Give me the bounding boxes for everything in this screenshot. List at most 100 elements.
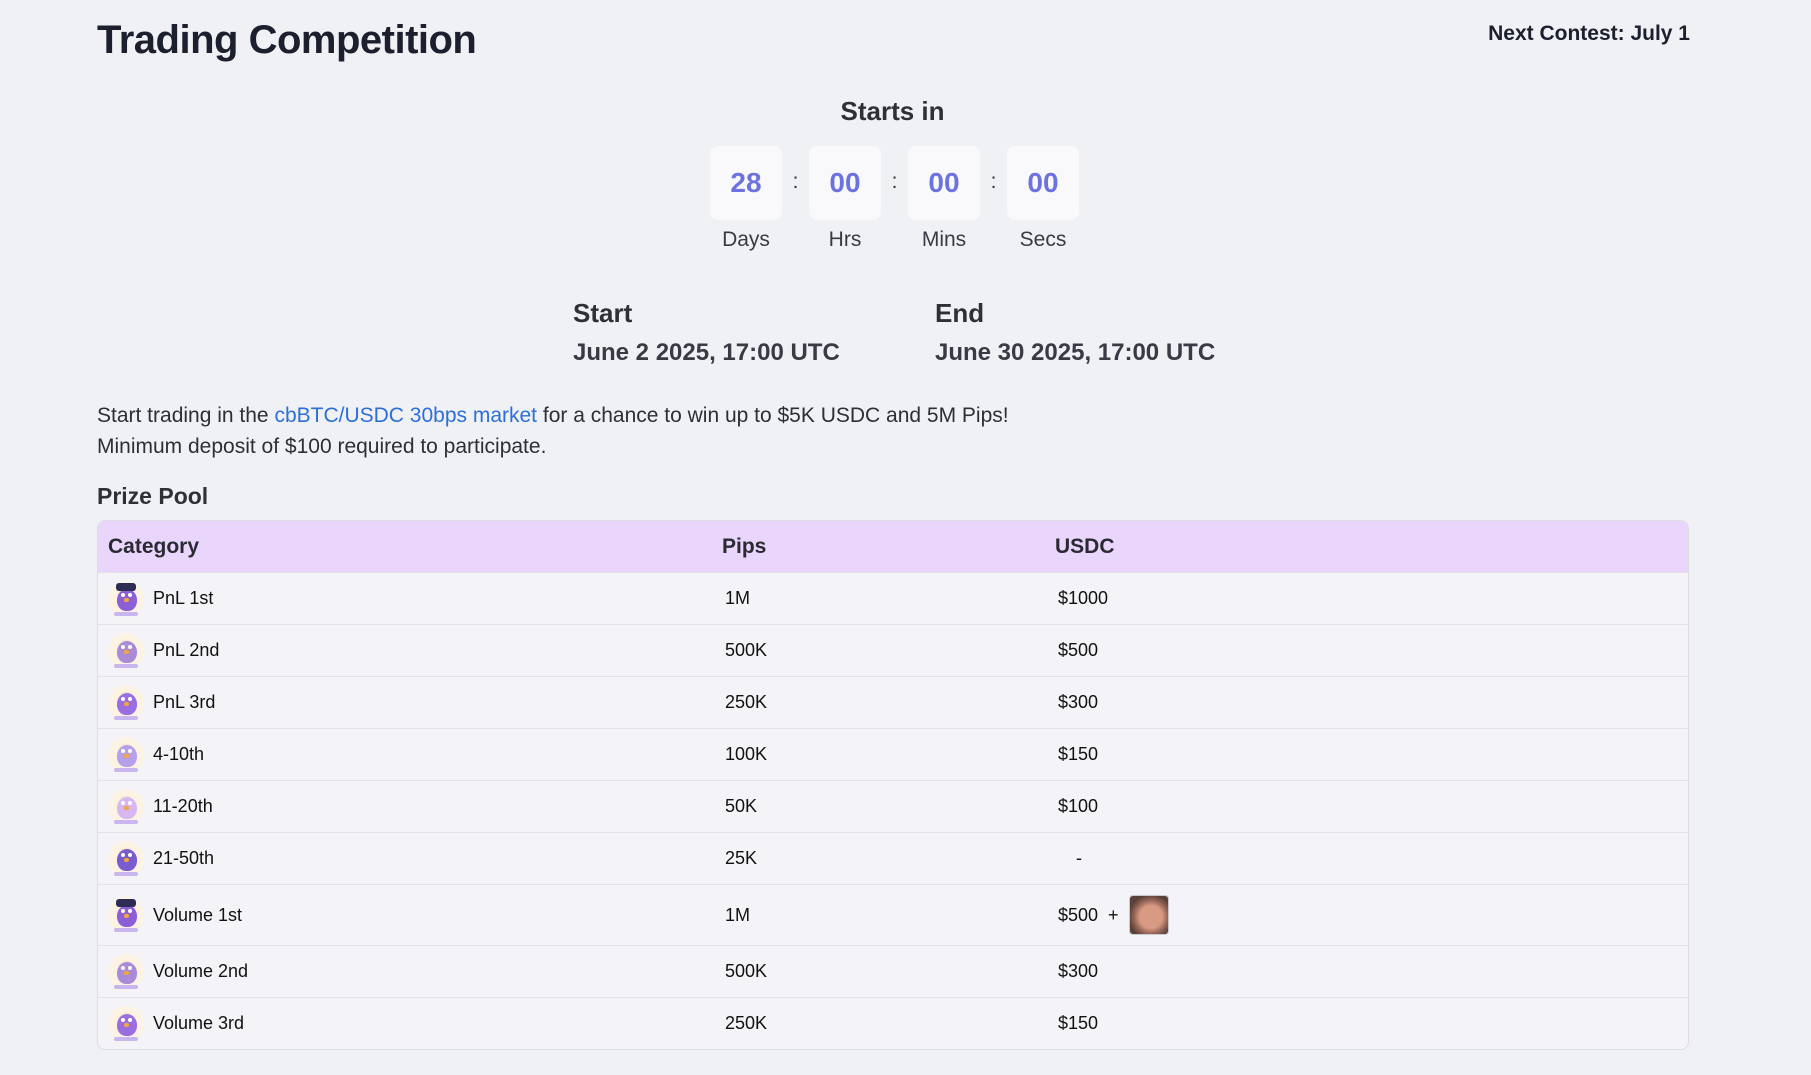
bird-avatar-icon [108, 632, 144, 669]
bird-avatar-icon [108, 684, 144, 721]
category-label: Volume 3rd [153, 1013, 245, 1033]
pips-cell: 1M [725, 904, 751, 925]
pips-cell: 500K [725, 640, 768, 660]
countdown-minutes-value: 00 [908, 146, 980, 220]
countdown-minutes: 00 Mins [908, 146, 980, 252]
countdown-days-label: Days [722, 228, 770, 251]
table-row: PnL 3rd 250K $300 [98, 676, 1688, 728]
category-cell: PnL 2nd [98, 632, 722, 669]
countdown-seconds: 00 Secs [1007, 146, 1079, 252]
category-cell: Volume 2nd [98, 953, 722, 990]
usdc-cell: $1000 [1055, 588, 1688, 609]
category-cell: PnL 1st [98, 580, 722, 617]
bird-avatar-icon [108, 953, 144, 990]
countdown-hours-value: 00 [809, 146, 881, 220]
pips-cell: 500K [725, 961, 768, 981]
pips-cell: 25K [725, 848, 758, 868]
table-row: 11-20th 50K $100 [98, 780, 1688, 832]
column-header-pips: Pips [722, 534, 767, 558]
bird-avatar-icon [108, 736, 144, 773]
usdc-cell: $500 [1055, 640, 1688, 661]
category-label: PnL 3rd [153, 692, 216, 712]
market-link[interactable]: cbBTC/USDC 30bps market [274, 404, 537, 427]
page-title: Trading Competition [97, 18, 477, 62]
category-label: Volume 1st [153, 904, 243, 925]
usdc-value: $300 [1058, 961, 1099, 981]
category-cell: 11-20th [98, 788, 722, 825]
category-label: 4-10th [153, 744, 205, 764]
intro-text: Start trading in the cbBTC/USDC 30bps ma… [97, 400, 1009, 462]
category-label: PnL 2nd [153, 640, 220, 660]
usdc-cell: $150 [1055, 1013, 1688, 1034]
category-cell: 21-50th [98, 840, 722, 877]
pips-cell: 250K [725, 1013, 768, 1033]
bird-avatar-icon [108, 1005, 144, 1042]
table-body: PnL 1st 1M $1000 PnL 2nd 500K $500 PnL 3rd 250K… [98, 572, 1688, 1049]
column-header-category: Category [108, 534, 200, 558]
countdown-days-value: 28 [710, 146, 782, 220]
usdc-value: $300 [1058, 692, 1099, 712]
schedule: Start June 2 2025, 17:00 UTC End June 30… [573, 298, 1297, 367]
countdown-separator: : [792, 170, 799, 193]
end-value: June 30 2025, 17:00 UTC [935, 339, 1216, 366]
usdc-value: $100 [1058, 796, 1099, 816]
usdc-value: $500 [1058, 904, 1099, 925]
category-cell: Volume 3rd [98, 1005, 722, 1042]
pips-cell: 1M [725, 588, 751, 608]
end-label: End [935, 298, 985, 328]
category-label: PnL 1st [153, 588, 214, 608]
schedule-start: Start June 2 2025, 17:00 UTC [573, 298, 935, 367]
table-row: 21-50th 25K - [98, 832, 1688, 884]
countdown-seconds-value: 00 [1007, 146, 1079, 220]
intro-before-link: Start trading in the [97, 404, 275, 427]
table-row: 4-10th 100K $150 [98, 728, 1688, 780]
usdc-cell: $300 [1055, 692, 1688, 713]
table-header: Category Pips USDC [98, 521, 1688, 572]
table-row: Volume 1st 1M $500 + [98, 884, 1688, 945]
pips-cell: 50K [725, 796, 758, 816]
plus-sign: + [1108, 904, 1119, 925]
usdc-value: $150 [1058, 744, 1099, 764]
bird-avatar-icon [108, 897, 144, 933]
bonus-prize-image [1128, 895, 1169, 935]
usdc-value: $150 [1058, 1013, 1099, 1033]
usdc-value: $500 [1058, 640, 1099, 660]
next-contest-label: Next Contest: July 1 [1488, 22, 1690, 45]
usdc-cell: $150 [1055, 744, 1688, 765]
usdc-cell: $300 [1055, 961, 1688, 982]
prize-pool-title: Prize Pool [97, 483, 209, 509]
countdown-seconds-label: Secs [1019, 228, 1067, 251]
bird-avatar-icon [108, 840, 144, 877]
category-cell: 4-10th [98, 736, 722, 773]
bird-avatar-icon [108, 788, 144, 825]
countdown-heading: Starts in [840, 96, 945, 126]
category-label: 21-50th [153, 848, 215, 868]
category-label: 11-20th [153, 796, 213, 816]
intro-after-link: for a chance to win up to $5K USDC and 5… [537, 404, 1009, 427]
usdc-cell: $500 + [1055, 895, 1688, 935]
table-row: Volume 2nd 500K $300 [98, 945, 1688, 997]
usdc-cell: $100 [1055, 796, 1688, 817]
pips-cell: 250K [725, 692, 768, 712]
usdc-value: $1000 [1058, 588, 1109, 608]
start-label: Start [573, 298, 633, 328]
countdown-hours: 00 Hrs [809, 146, 881, 252]
category-cell: PnL 3rd [98, 684, 722, 721]
start-value: June 2 2025, 17:00 UTC [573, 339, 840, 366]
usdc-value: - [1076, 848, 1082, 868]
usdc-cell: - [1055, 848, 1688, 869]
countdown-minutes-label: Mins [921, 228, 967, 251]
intro-line-2: Minimum deposit of $100 required to part… [97, 435, 547, 458]
intro-line-1: Start trading in the cbBTC/USDC 30bps ma… [97, 400, 1009, 431]
table-row: PnL 2nd 500K $500 [98, 624, 1688, 676]
countdown-separator: : [990, 170, 997, 193]
schedule-end: End June 30 2025, 17:00 UTC [935, 298, 1297, 367]
category-label: Volume 2nd [153, 961, 249, 981]
bird-avatar-icon [108, 580, 144, 617]
category-cell: Volume 1st [98, 897, 722, 933]
pips-cell: 100K [725, 744, 768, 764]
table-row: PnL 1st 1M $1000 [98, 572, 1688, 624]
countdown-hours-label: Hrs [828, 228, 862, 251]
column-header-usdc: USDC [1055, 534, 1115, 558]
table-row: Volume 3rd 250K $150 [98, 997, 1688, 1049]
